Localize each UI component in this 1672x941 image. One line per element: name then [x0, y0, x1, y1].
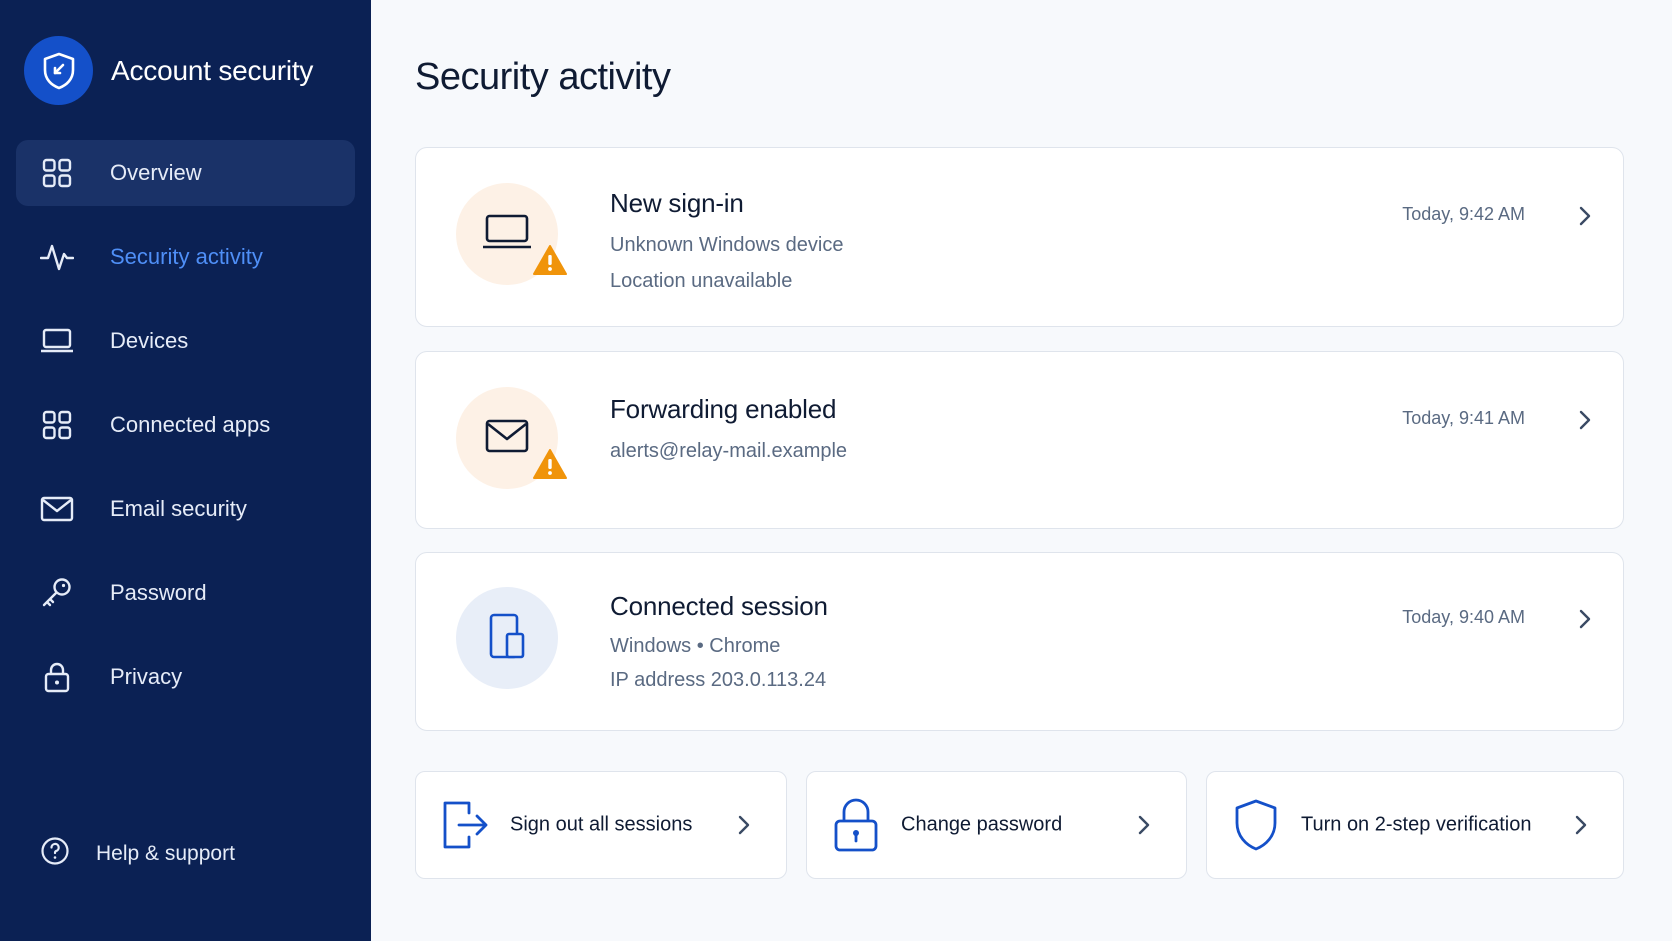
- mail-icon: [40, 492, 74, 526]
- sidebar-item-label: Overview: [110, 160, 202, 185]
- warning-icon: [532, 244, 568, 281]
- lock-icon: [40, 660, 74, 694]
- grid-icon: [40, 408, 74, 442]
- sidebar-item-email-security[interactable]: Email security: [16, 476, 355, 542]
- warning-icon: [532, 448, 568, 485]
- sidebar-item-devices[interactable]: Devices: [16, 308, 355, 374]
- chevron-right-icon: [1134, 815, 1154, 835]
- chevron-right-icon: [1575, 206, 1595, 226]
- event-detail: IP address 203.0.113.24: [610, 669, 827, 691]
- chevron-right-icon: [1571, 815, 1591, 835]
- laptop-icon: [481, 212, 533, 257]
- chevron-right-icon: [734, 815, 754, 835]
- sign-out-icon: [440, 797, 490, 853]
- event-detail: Location unavailable: [610, 270, 793, 292]
- mail-icon: [484, 418, 530, 459]
- event-timestamp: Today, 9:41 AM: [1402, 408, 1525, 428]
- help-label: Help & support: [96, 841, 235, 865]
- action-label: Turn on 2-step verification: [1301, 813, 1532, 836]
- laptop-icon: [40, 324, 74, 358]
- help-icon: [40, 836, 70, 871]
- change-password-button[interactable]: Change password: [806, 771, 1187, 879]
- shield-icon: [1231, 797, 1281, 853]
- sidebar: Account security Overview Security activ…: [0, 0, 371, 941]
- sidebar-item-label: Devices: [110, 328, 189, 353]
- event-title: Forwarding enabled: [610, 394, 837, 424]
- sidebar-item-security-activity[interactable]: Security activity: [16, 224, 355, 290]
- devices-icon: [487, 612, 527, 665]
- chevron-right-icon: [1575, 609, 1595, 629]
- event-timestamp: Today, 9:42 AM: [1402, 204, 1525, 224]
- event-card-connected-session[interactable]: Connected session Windows • Chrome IP ad…: [415, 552, 1624, 731]
- sidebar-item-label: Privacy: [110, 664, 183, 689]
- action-label: Change password: [901, 813, 1063, 836]
- sidebar-item-label: Email security: [110, 496, 247, 521]
- app-title: Account security: [111, 54, 314, 86]
- lock-icon: [831, 797, 881, 853]
- event-card-new-sign-in[interactable]: New sign-in Unknown Windows device Locat…: [415, 147, 1624, 327]
- event-title: Connected session: [610, 591, 828, 621]
- sidebar-item-overview[interactable]: Overview: [16, 140, 355, 206]
- event-card-forwarding-enabled[interactable]: Forwarding enabled alerts@relay-mail.exa…: [415, 351, 1624, 529]
- main-content: Security activity New sign-in Unknown Wi…: [371, 0, 1672, 941]
- event-detail: Unknown Windows device: [610, 234, 844, 256]
- brand: Account security: [24, 36, 313, 105]
- event-detail: Windows • Chrome: [610, 635, 781, 657]
- sidebar-item-password[interactable]: Password: [16, 560, 355, 626]
- sidebar-item-label: Password: [110, 580, 207, 605]
- sign-out-all-sessions-button[interactable]: Sign out all sessions: [415, 771, 787, 879]
- sidebar-item-label: Security activity: [110, 244, 263, 269]
- event-icon-circle: [456, 387, 567, 489]
- event-detail: alerts@relay-mail.example: [610, 440, 848, 462]
- action-label: Sign out all sessions: [510, 813, 693, 836]
- key-icon: [40, 576, 74, 610]
- event-icon-circle: [456, 587, 558, 689]
- help-support-link[interactable]: Help & support: [40, 836, 235, 871]
- sidebar-item-connected-apps[interactable]: Connected apps: [16, 392, 355, 458]
- sidebar-item-label: Connected apps: [110, 412, 271, 437]
- grid-icon: [40, 156, 74, 190]
- event-icon-circle: [456, 183, 567, 285]
- turn-on-2-step-verification-button[interactable]: Turn on 2-step verification: [1206, 771, 1624, 879]
- sidebar-nav: Overview Security activity Devices Conne…: [16, 140, 355, 728]
- page-title: Security activity: [415, 56, 671, 98]
- sidebar-item-privacy[interactable]: Privacy: [16, 644, 355, 710]
- shield-icon: [24, 36, 93, 105]
- activity-icon: [40, 240, 74, 274]
- chevron-right-icon: [1575, 410, 1595, 430]
- event-timestamp: Today, 9:40 AM: [1402, 607, 1525, 627]
- event-title: New sign-in: [610, 188, 744, 218]
